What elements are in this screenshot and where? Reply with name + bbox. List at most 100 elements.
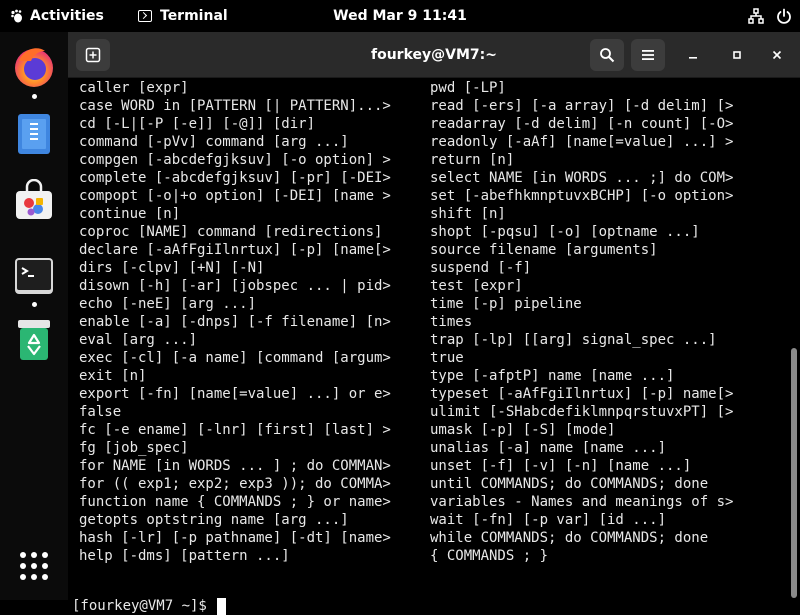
help-line: false xyxy=(79,404,122,420)
hamburger-menu-icon xyxy=(642,50,654,60)
help-line: type [-afptP] name [name ...] xyxy=(430,368,675,384)
app-menu-label: Terminal xyxy=(160,8,228,24)
top-bar: Activities Terminal Wed Mar 9 11:41 xyxy=(0,0,800,32)
help-line: return [n] xyxy=(430,152,515,168)
help-line: exit [n] xyxy=(79,368,147,384)
help-line: enable [-a] [-dnps] [-f filename] [n> xyxy=(79,314,391,330)
maximize-button[interactable] xyxy=(724,42,750,68)
dock-item-trash[interactable] xyxy=(10,316,58,364)
app-menu[interactable]: Terminal xyxy=(138,0,228,32)
terminal-output[interactable]: caller [expr] case WORD in [PATTERN [| PA… xyxy=(68,78,784,615)
help-line: ulimit [-SHabcdefiklmnpqrstuvxPT] [> xyxy=(430,404,734,420)
network-icon[interactable] xyxy=(748,8,764,24)
help-line: help [-dms] [pattern ...] xyxy=(79,548,290,564)
help-line: continue [n] xyxy=(79,206,181,222)
help-line: suspend [-f] xyxy=(430,260,532,276)
help-line: complete [-abcdefgjksuv] [-pr] [-DEI> xyxy=(79,170,391,186)
dock-item-text-editor[interactable] xyxy=(10,110,58,158)
help-line: set [-abefhkmnptuvxBCHP] [-o option> xyxy=(430,188,734,204)
terminal-icon xyxy=(15,258,53,294)
gnome-foot-icon xyxy=(11,9,22,23)
help-line: readarray [-d delim] [-n count] [-O> xyxy=(430,116,734,132)
help-line: eval [arg ...] xyxy=(79,332,198,348)
running-indicator xyxy=(32,302,37,307)
help-line: times xyxy=(430,314,473,330)
terminal-window: fourkey@VM7:~ caller [expr] case WORD in… xyxy=(68,32,800,615)
help-line: function name { COMMANDS ; } or name> xyxy=(79,494,391,510)
firefox-icon xyxy=(15,48,53,87)
help-line: compopt [-o|+o option] [-DEI] [name > xyxy=(79,188,391,204)
window-headerbar[interactable]: fourkey@VM7:~ xyxy=(68,32,800,78)
close-icon xyxy=(772,50,782,60)
help-line: exec [-cl] [-a name] [command [argum> xyxy=(79,350,391,366)
clock[interactable]: Wed Mar 9 11:41 xyxy=(0,0,800,32)
help-line: test [expr] xyxy=(430,278,523,294)
help-line: variables - Names and meanings of s> xyxy=(430,494,734,510)
help-line: { COMMANDS ; } xyxy=(430,548,549,564)
help-line: shopt [-pqsu] [-o] [optname ...] xyxy=(430,224,700,240)
dock-item-app-grid[interactable] xyxy=(10,542,58,590)
search-button[interactable] xyxy=(590,39,624,71)
scrollbar-thumb[interactable] xyxy=(791,348,797,598)
help-line: cd [-L|[-P [-e]] [-@]] [dir] xyxy=(79,116,316,132)
help-line: fc [-e ename] [-lnr] [first] [last] > xyxy=(79,422,391,438)
help-line: for (( exp1; exp2; exp3 )); do COMMA> xyxy=(79,476,391,492)
dock xyxy=(0,32,68,600)
clock-label: Wed Mar 9 11:41 xyxy=(333,8,467,24)
help-line: compgen [-abcdefgjksuv] [-o option] > xyxy=(79,152,391,168)
new-tab-icon xyxy=(85,47,101,63)
terminal-app-icon xyxy=(138,10,152,22)
help-line: pwd [-LP] xyxy=(430,80,506,96)
help-line: unset [-f] [-v] [-n] [name ...] xyxy=(430,458,692,474)
help-line: trap [-lp] [[arg] signal_spec ...] xyxy=(430,332,717,348)
dock-item-firefox[interactable] xyxy=(10,42,58,90)
help-column-right: pwd [-LP] read [-ers] [-a array] [-d deli… xyxy=(430,79,733,565)
help-line: time [-p] pipeline xyxy=(430,296,582,312)
menu-button[interactable] xyxy=(631,39,665,71)
dock-item-software[interactable] xyxy=(10,176,58,224)
activities-label: Activities xyxy=(30,8,104,24)
help-line: shift [n] xyxy=(430,206,506,222)
help-line: unalias [-a] name [name ...] xyxy=(430,440,667,456)
help-line: readonly [-aAf] [name[=value] ...] > xyxy=(430,134,734,150)
help-line: caller [expr] xyxy=(79,80,189,96)
help-line: fg [job_spec] xyxy=(79,440,189,456)
help-line: coproc [NAME] command [redirections] xyxy=(79,224,383,240)
text-editor-icon xyxy=(18,114,50,154)
help-line: true xyxy=(430,350,464,366)
text-cursor xyxy=(217,597,227,615)
minimize-button[interactable] xyxy=(680,42,706,68)
minimize-icon xyxy=(689,57,697,59)
help-line: getopts optstring name [arg ...] xyxy=(79,512,349,528)
power-icon[interactable] xyxy=(776,8,792,24)
help-line: until COMMANDS; do COMMANDS; done xyxy=(430,476,709,492)
help-line: read [-ers] [-a array] [-d delim] [> xyxy=(430,98,734,114)
help-line: command [-pVv] command [arg ...] xyxy=(79,134,349,150)
terminal-scrollbar[interactable] xyxy=(788,78,798,600)
running-indicator xyxy=(32,94,37,99)
help-line: select NAME [in WORDS ... ;] do COM> xyxy=(430,170,734,186)
help-line: hash [-lr] [-p pathname] [-dt] [name> xyxy=(79,530,391,546)
close-button[interactable] xyxy=(764,42,790,68)
dock-item-terminal[interactable] xyxy=(10,252,58,300)
help-line: export [-fn] [name[=value] ...] or e> xyxy=(79,386,391,402)
help-line: source filename [arguments] xyxy=(430,242,658,258)
trash-icon xyxy=(18,320,50,360)
help-line: disown [-h] [-ar] [jobspec ... | pid> xyxy=(79,278,391,294)
new-tab-button[interactable] xyxy=(76,39,110,71)
help-line: while COMMANDS; do COMMANDS; done xyxy=(430,530,709,546)
help-line: typeset [-aAfFgiIlnrtux] [-p] name[> xyxy=(430,386,734,402)
help-column-left: caller [expr] case WORD in [PATTERN [| PA… xyxy=(79,79,391,565)
help-line: echo [-neE] [arg ...] xyxy=(79,296,257,312)
help-line: for NAME [in WORDS ... ] ; do COMMAN> xyxy=(79,458,391,474)
help-line: declare [-aAfFgiIlnrtux] [-p] [name[> xyxy=(79,242,391,258)
app-grid-icon xyxy=(20,552,48,580)
help-line: case WORD in [PATTERN [| PATTERN]...> xyxy=(79,98,391,114)
activities-button[interactable]: Activities xyxy=(10,0,104,32)
search-icon xyxy=(600,48,615,63)
help-line: wait [-fn] [-p var] [id ...] xyxy=(430,512,667,528)
help-line: dirs [-clpv] [+N] [-N] xyxy=(79,260,265,276)
maximize-icon xyxy=(733,51,741,59)
software-center-icon xyxy=(16,179,52,219)
system-tray[interactable] xyxy=(748,0,792,32)
